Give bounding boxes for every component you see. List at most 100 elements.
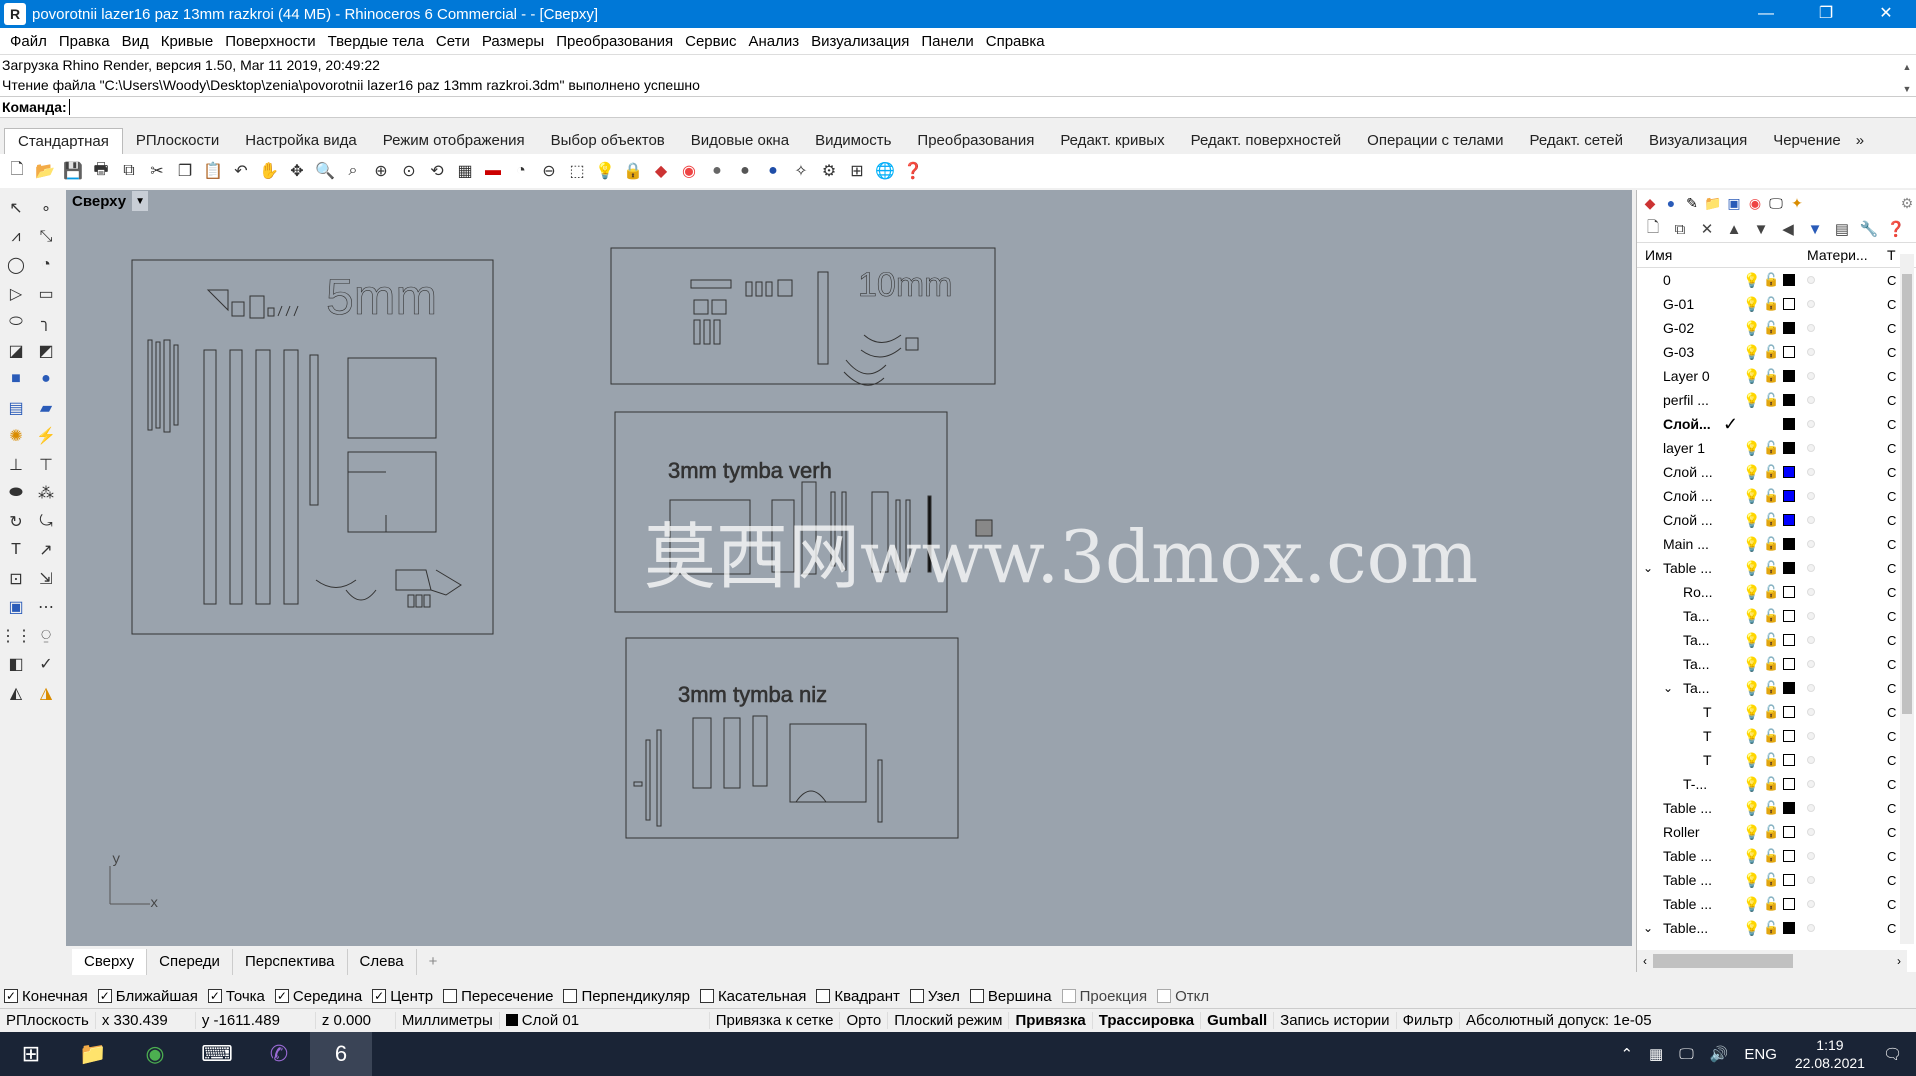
layer-row[interactable]: layer 1 💡 🔓 С bbox=[1637, 436, 1916, 460]
material-dot-icon[interactable] bbox=[1807, 420, 1815, 428]
status-units[interactable]: Миллиметры bbox=[396, 1012, 500, 1029]
maximize-button[interactable]: ❐ bbox=[1796, 0, 1856, 28]
layer-row[interactable]: Слой ... 💡 🔓 С bbox=[1637, 460, 1916, 484]
osnap-checkbox[interactable] bbox=[443, 989, 458, 1003]
close-button[interactable]: ✕ bbox=[1856, 0, 1916, 28]
lightbulb-icon[interactable]: 💡 bbox=[1743, 296, 1760, 313]
open-file-icon[interactable]: 📂 bbox=[32, 158, 58, 184]
scroll-thumb[interactable] bbox=[1902, 274, 1912, 714]
tools-icon[interactable]: 🔧 bbox=[1859, 220, 1879, 238]
boolean-icon[interactable]: ● bbox=[32, 365, 60, 394]
point-icon[interactable]: ∘ bbox=[32, 194, 60, 223]
copy-to-clipboard-icon[interactable]: ⧉ bbox=[116, 158, 142, 184]
grid-snap-icon[interactable]: ⊞ bbox=[844, 158, 870, 184]
layer-name[interactable]: Ta... bbox=[1637, 680, 1757, 696]
lightbulb-icon[interactable]: 💡 bbox=[1743, 824, 1760, 841]
panel-settings-gear-icon[interactable]: ⚙ bbox=[1898, 194, 1916, 212]
lightbulb-icon[interactable]: 💡 bbox=[1743, 752, 1760, 769]
material-icon[interactable]: ◮ bbox=[32, 679, 60, 708]
layer-color-swatch[interactable] bbox=[1783, 850, 1795, 862]
layer-name[interactable]: Ta... bbox=[1637, 608, 1757, 624]
lightbulb-icon[interactable]: 💡 bbox=[1743, 344, 1760, 361]
lightbulb-icon[interactable]: 💡 bbox=[1743, 368, 1760, 385]
save-icon[interactable]: 💾 bbox=[60, 158, 86, 184]
keyboard-icon[interactable]: ⌨ bbox=[186, 1032, 248, 1076]
col-material[interactable]: Матери... bbox=[1807, 247, 1887, 263]
rectangle-icon[interactable]: ▭ bbox=[32, 280, 60, 309]
material-dot-icon[interactable] bbox=[1807, 588, 1815, 596]
lightbulb-icon[interactable]: 💡 bbox=[1743, 704, 1760, 721]
material-dot-icon[interactable] bbox=[1807, 516, 1815, 524]
layer-row[interactable]: Table ... 💡 🔓 С bbox=[1637, 844, 1916, 868]
fillet-curve-icon[interactable]: ╮ bbox=[32, 308, 60, 337]
help-icon[interactable]: ❓ bbox=[900, 158, 926, 184]
layer-name[interactable]: Main ... bbox=[1637, 536, 1757, 552]
layer-color-swatch[interactable] bbox=[1783, 370, 1795, 382]
surface-from-curves-icon[interactable]: ◩ bbox=[32, 337, 60, 366]
surface-icon[interactable]: ◪ bbox=[2, 337, 30, 366]
material-dot-icon[interactable] bbox=[1807, 660, 1815, 668]
zoom-extents-icon[interactable]: ⊕ bbox=[368, 158, 394, 184]
tab-viewport-layout[interactable]: Видовые окна bbox=[678, 128, 802, 154]
layer-color-swatch[interactable] bbox=[1783, 346, 1795, 358]
layer-name[interactable]: T-... bbox=[1637, 776, 1757, 792]
layer-color-swatch[interactable] bbox=[1783, 658, 1795, 670]
layer-color-swatch[interactable] bbox=[1783, 322, 1795, 334]
zoom-window-icon[interactable]: ⌕ bbox=[340, 158, 366, 184]
layer-name[interactable]: Слой ... bbox=[1637, 488, 1757, 504]
layer-row[interactable]: T 💡 🔓 С bbox=[1637, 700, 1916, 724]
render-icon[interactable]: ◭ bbox=[2, 679, 30, 708]
lightbulb-icon[interactable]: 💡 bbox=[1743, 848, 1760, 865]
tab-surface-tools[interactable]: Редакт. поверхностей bbox=[1178, 128, 1355, 154]
join-icon[interactable]: ⊤ bbox=[32, 451, 60, 480]
layer-color-swatch[interactable] bbox=[1783, 922, 1795, 934]
menu-edit[interactable]: Правка bbox=[53, 33, 116, 50]
group-icon[interactable]: ⁂ bbox=[32, 479, 60, 508]
shaded-sphere-icon[interactable]: ● bbox=[704, 158, 730, 184]
color-tab-icon[interactable]: ◉ bbox=[1746, 194, 1764, 212]
layer-row[interactable]: Table ... 💡 🔓 С bbox=[1637, 892, 1916, 916]
mesh-icon[interactable]: ▤ bbox=[2, 394, 30, 423]
lightbulb-icon[interactable]: 💡 bbox=[1743, 464, 1760, 481]
osnap-option[interactable]: Касательная bbox=[699, 988, 806, 1005]
array-icon[interactable]: ⋮⋮ bbox=[0, 622, 32, 651]
rotate-view-icon[interactable]: ✥ bbox=[284, 158, 310, 184]
layer-row[interactable]: ⌄ Table... 💡 🔓 С bbox=[1637, 916, 1916, 940]
layer-row[interactable]: Ta... 💡 🔓 С bbox=[1637, 628, 1916, 652]
tab-solid-tools[interactable]: Операции с телами bbox=[1354, 128, 1516, 154]
menu-tools[interactable]: Сервис bbox=[679, 33, 742, 50]
layer-color-swatch[interactable] bbox=[1783, 298, 1795, 310]
box-icon[interactable]: ■ bbox=[2, 365, 30, 394]
select-icon[interactable]: ⬚ bbox=[564, 158, 590, 184]
material-dot-icon[interactable] bbox=[1807, 300, 1815, 308]
layer-color-swatch[interactable] bbox=[1783, 874, 1795, 886]
layer-row[interactable]: Table ... 💡 🔓 С bbox=[1637, 868, 1916, 892]
osnap-checkbox[interactable] bbox=[1157, 989, 1172, 1003]
filter-icon[interactable]: ▼ bbox=[1805, 221, 1825, 238]
tab-curve-tools[interactable]: Редакт. кривых bbox=[1047, 128, 1177, 154]
osnap-option[interactable]: ✓ Конечная bbox=[4, 988, 88, 1005]
undo-view-icon[interactable]: ⟲ bbox=[424, 158, 450, 184]
add-viewport-icon[interactable]: + bbox=[417, 949, 450, 975]
trim-icon[interactable]: ⚡ bbox=[32, 422, 60, 451]
material-dot-icon[interactable] bbox=[1807, 708, 1815, 716]
extrude-icon[interactable]: ▰ bbox=[32, 394, 60, 423]
polyline-icon[interactable]: ⩘ bbox=[2, 223, 30, 252]
lightbulb-icon[interactable]: 💡 bbox=[1743, 800, 1760, 817]
status-smarttrack[interactable]: Трассировка bbox=[1093, 1012, 1202, 1029]
layer-color-swatch[interactable] bbox=[1783, 802, 1795, 814]
tab-set-view[interactable]: Настройка вида bbox=[232, 128, 369, 154]
lightbulb-icon[interactable]: 💡 bbox=[1743, 920, 1760, 937]
vtab-left[interactable]: Слева bbox=[348, 949, 417, 975]
menu-panels[interactable]: Панели bbox=[915, 33, 979, 50]
block-icon[interactable]: ⊡ bbox=[2, 565, 30, 594]
volume-icon[interactable]: 🔊 bbox=[1702, 1045, 1737, 1063]
menu-mesh[interactable]: Сети bbox=[430, 33, 476, 50]
layer-color-swatch[interactable] bbox=[1783, 610, 1795, 622]
unlock-icon[interactable]: 🔓 bbox=[1763, 464, 1779, 480]
layer-name[interactable]: Table ... bbox=[1637, 848, 1757, 864]
material-dot-icon[interactable] bbox=[1807, 732, 1815, 740]
status-filter[interactable]: Фильтр bbox=[1397, 1012, 1460, 1029]
rhino-taskbar-icon[interactable]: 6 bbox=[310, 1032, 372, 1076]
color-wheel-icon[interactable]: ◉ bbox=[676, 158, 702, 184]
